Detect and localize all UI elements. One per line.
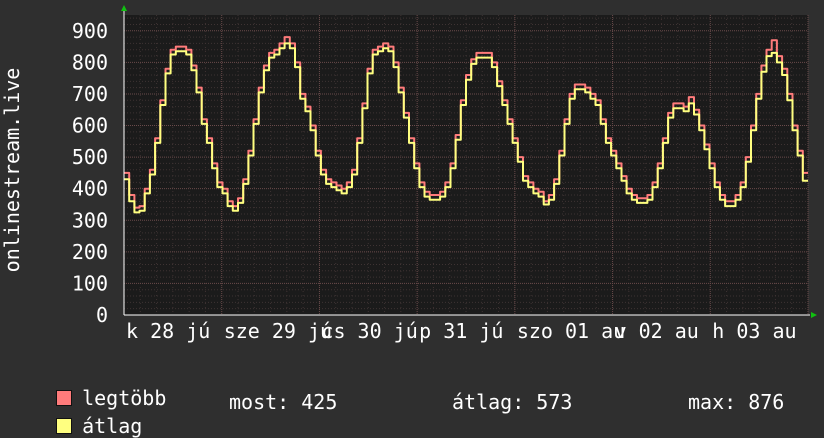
y-tick-label: 400 xyxy=(72,177,108,201)
max-stat: max: 876 xyxy=(688,390,785,414)
x-tick-label: v 02 au xyxy=(615,319,699,343)
x-tick-label: szo 01 au xyxy=(517,319,625,343)
x-ticks: k 28 jú sze 29 júcs 30 jú p 31 jú szo 01 au… xyxy=(126,319,797,343)
chart: 0 100 200 300 400 500 600 700 800 900 k 28 jú sze … xyxy=(0,5,817,343)
x-tick-label: sze 29 jú xyxy=(224,319,332,343)
y-tick-label: 100 xyxy=(72,271,108,295)
x-axis-arrow xyxy=(811,312,817,318)
y-axis-arrow xyxy=(121,5,127,11)
x-tick-label: p 31 jú xyxy=(419,319,503,343)
y-tick-label: 300 xyxy=(72,208,108,232)
y-tick-label: 200 xyxy=(72,240,108,264)
avg-stat: átlag: 573 xyxy=(452,390,573,414)
y-tick-label: 700 xyxy=(72,82,108,106)
y-axis-label: onlinestream.live xyxy=(0,68,24,273)
legend-avg-label: átlag xyxy=(82,414,143,438)
y-tick-label: 600 xyxy=(72,114,108,138)
x-tick-label: k 28 jú xyxy=(126,319,210,343)
y-tick-label: 800 xyxy=(72,50,108,74)
y-tick-label: 0 xyxy=(96,303,108,327)
x-tick-label: h 03 au xyxy=(712,319,796,343)
y-tick-label: 500 xyxy=(72,145,108,169)
y-ticks: 0 100 200 300 400 500 600 700 800 900 xyxy=(72,19,108,327)
avg-swatch xyxy=(56,418,73,434)
y-tick-label: 900 xyxy=(72,19,108,43)
legend-avg: átlag xyxy=(32,390,142,438)
x-tick-label: cs 30 jú xyxy=(321,319,417,343)
now-stat: most: 425 xyxy=(229,390,338,414)
